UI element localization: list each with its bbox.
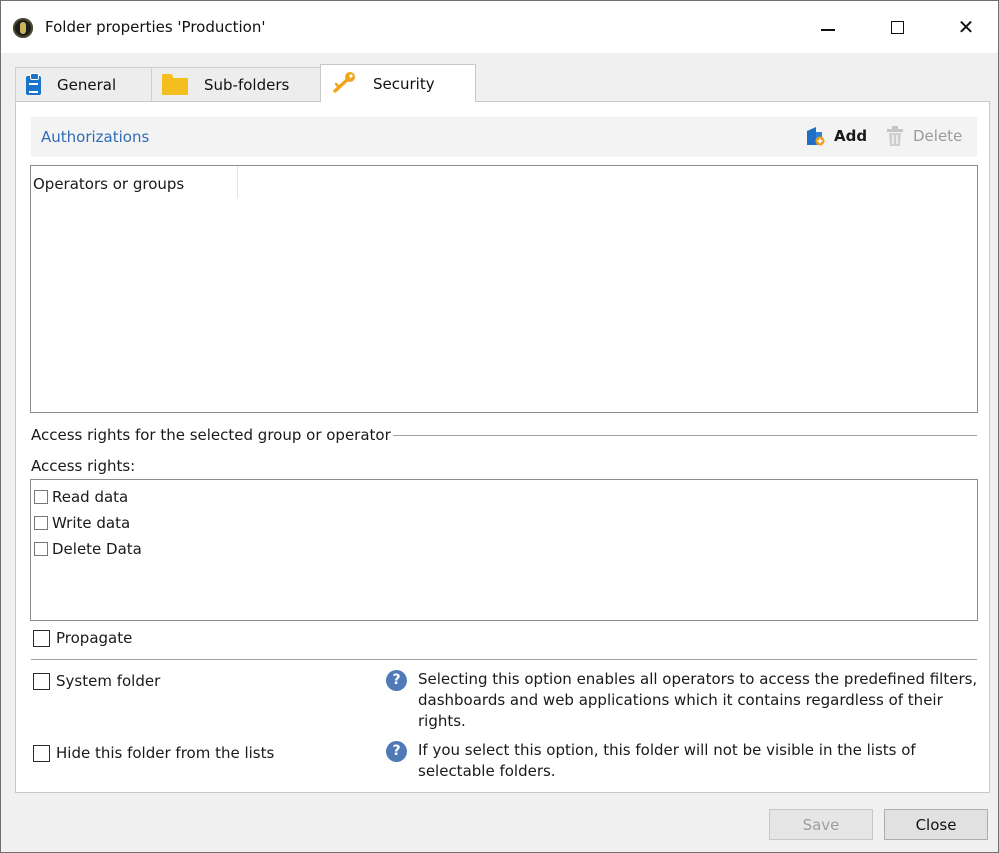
- system-folder-label: System folder: [56, 672, 161, 690]
- maximize-button[interactable]: [867, 1, 927, 53]
- close-label: Close: [915, 815, 957, 834]
- access-rights-section: Access rights for the selected group or …: [31, 425, 977, 445]
- operators-groups-list[interactable]: Operators or groups: [30, 165, 978, 413]
- access-rights-label: Access rights:: [31, 457, 136, 475]
- delete-button[interactable]: Delete: [885, 125, 962, 147]
- app-logo-icon: [13, 18, 33, 38]
- folder-icon: [162, 74, 188, 95]
- propagate-checkbox[interactable]: [33, 629, 50, 647]
- access-right-read-data[interactable]: Read data: [34, 484, 977, 510]
- add-user-icon: [807, 127, 825, 146]
- read-data-checkbox[interactable]: [34, 490, 48, 504]
- clipboard-icon: [26, 72, 41, 95]
- save-button[interactable]: Save: [769, 809, 873, 840]
- column-header-operators-groups[interactable]: Operators or groups: [31, 166, 238, 198]
- system-folder-help-text: Selecting this option enables all operat…: [418, 670, 978, 730]
- window-title: Folder properties 'Production': [45, 18, 266, 36]
- key-icon: [331, 71, 357, 97]
- delete-data-checkbox[interactable]: [34, 542, 48, 556]
- authorizations-toolbar: Authorizations Add Delete: [31, 117, 977, 157]
- write-data-label: Write data: [52, 514, 131, 532]
- write-data-checkbox[interactable]: [34, 516, 48, 530]
- folder-properties-window: Folder properties 'Production' ✕ General…: [0, 0, 999, 853]
- access-rights-section-label: Access rights for the selected group or …: [31, 426, 391, 444]
- minimize-icon: [821, 29, 835, 31]
- help-icon: ?: [386, 670, 407, 691]
- security-panel: Authorizations Add Delete Operators or g…: [15, 101, 990, 793]
- access-right-write-data[interactable]: Write data: [34, 510, 977, 536]
- hide-folder-help-text: If you select this option, this folder w…: [418, 741, 916, 780]
- tab-sub-folders[interactable]: Sub-folders: [151, 67, 321, 102]
- tab-general-label: General: [57, 76, 117, 94]
- system-folder-help: ? Selecting this option enables all oper…: [386, 669, 981, 732]
- hide-folder-option[interactable]: Hide this folder from the lists: [33, 744, 274, 762]
- close-window-button[interactable]: ✕: [936, 1, 996, 53]
- authorizations-title: Authorizations: [41, 128, 150, 146]
- propagate-label: Propagate: [56, 629, 133, 647]
- tab-sub-folders-label: Sub-folders: [204, 76, 290, 94]
- system-folder-option[interactable]: System folder: [33, 672, 160, 690]
- help-icon: ?: [386, 741, 407, 762]
- trash-icon: [887, 126, 903, 146]
- add-label: Add: [834, 127, 868, 145]
- propagate-option[interactable]: Propagate: [33, 629, 132, 647]
- tab-strip: General Sub-folders Security: [15, 64, 975, 102]
- read-data-label: Read data: [52, 488, 129, 506]
- minimize-button[interactable]: [798, 1, 858, 53]
- close-icon: ✕: [957, 15, 975, 39]
- options-divider: [31, 659, 977, 660]
- title-bar[interactable]: Folder properties 'Production' ✕: [1, 1, 998, 53]
- hide-folder-label: Hide this folder from the lists: [56, 744, 275, 762]
- tab-general[interactable]: General: [15, 67, 152, 102]
- add-button[interactable]: Add: [804, 125, 867, 147]
- maximize-icon: [890, 20, 904, 34]
- access-right-delete-data[interactable]: Delete Data: [34, 536, 977, 562]
- tab-security[interactable]: Security: [320, 64, 476, 102]
- delete-label: Delete: [913, 127, 963, 145]
- access-rights-list: Read data Write data Delete Data: [30, 479, 978, 621]
- hide-folder-help: ? If you select this option, this folder…: [386, 740, 981, 782]
- tab-security-label: Security: [373, 74, 435, 93]
- close-button[interactable]: Close: [884, 809, 988, 840]
- delete-data-label: Delete Data: [52, 540, 142, 558]
- save-label: Save: [802, 815, 840, 834]
- hide-folder-checkbox[interactable]: [33, 744, 50, 762]
- section-divider: [392, 434, 977, 436]
- system-folder-checkbox[interactable]: [33, 672, 50, 690]
